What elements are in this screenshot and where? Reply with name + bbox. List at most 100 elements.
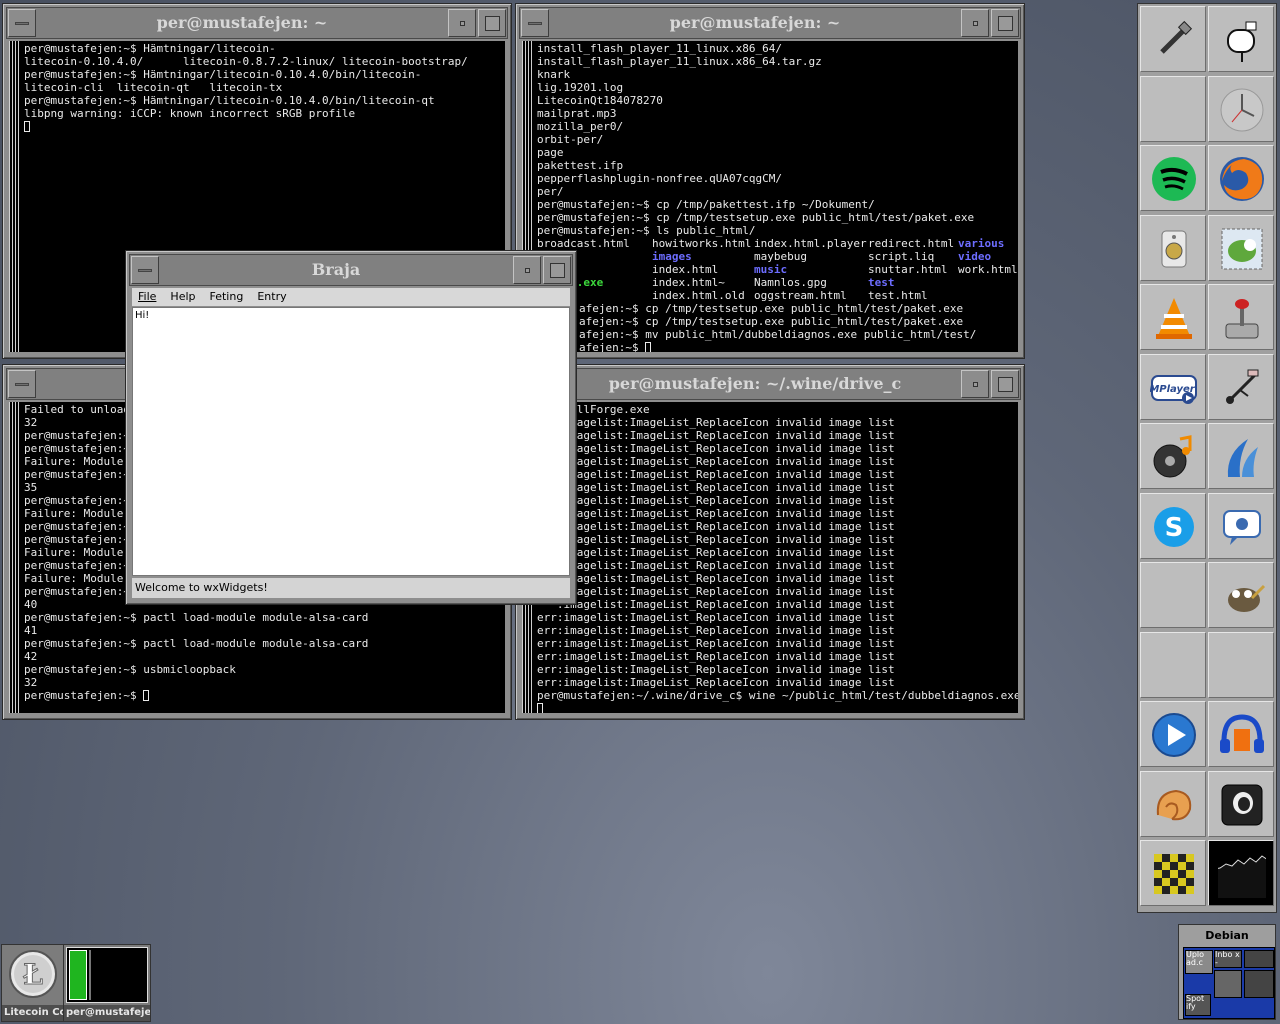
dock-tile[interactable]: MPlayer <box>1140 353 1206 420</box>
audacity-icon <box>1220 714 1264 753</box>
titlebar[interactable]: Braja <box>129 254 573 286</box>
terminal-line: :imagelist:ImageList_ReplaceIcon invalid… <box>537 507 895 520</box>
terminal-line: :imagelist:ImageList_ReplaceIcon invalid… <box>537 468 895 481</box>
terminal-line <box>537 702 1018 713</box>
dock-tile[interactable] <box>1140 701 1206 767</box>
dock-tile[interactable] <box>1208 423 1274 489</box>
terminal-line: err:imagelist:ImageList_ReplaceIcon inva… <box>537 663 895 676</box>
pager-title: Debian <box>1205 929 1249 942</box>
terminal-line: :imagelist:ImageList_ReplaceIcon invalid… <box>537 481 895 494</box>
dock-tile[interactable] <box>1208 214 1274 281</box>
dock-tile[interactable] <box>1140 6 1206 72</box>
terminal-thumbnail <box>66 947 148 1003</box>
titlebar[interactable]: per@mustafejen: ~ <box>519 7 1021 39</box>
scrollbar[interactable] <box>9 402 21 713</box>
dock-tile[interactable] <box>1140 284 1206 350</box>
pager-window[interactable] <box>1214 970 1242 998</box>
menu-entry[interactable]: Entry <box>257 288 286 306</box>
terminal-line: install_flash_player_11_linux.x86_64/ <box>537 42 783 55</box>
maximize-button[interactable] <box>543 256 571 284</box>
ls-entry: index.html.old <box>652 289 745 302</box>
dock-tile[interactable] <box>1208 75 1274 142</box>
terminal-area[interactable]: llForge.exe :imagelist:ImageList_Replace… <box>522 402 1018 713</box>
iconify-button[interactable] <box>448 9 476 37</box>
litecoin-icon: Ł <box>9 950 57 998</box>
dock-tile[interactable] <box>1208 701 1274 767</box>
dock-tile[interactable] <box>1208 562 1274 628</box>
dock-tile[interactable]: S <box>1140 492 1206 559</box>
pager-window[interactable] <box>1244 970 1274 998</box>
terminal-line: :imagelist:ImageList_ReplaceIcon invalid… <box>537 585 895 598</box>
dock-tile[interactable] <box>1140 145 1206 211</box>
chat-icon <box>1223 509 1261 545</box>
dock-tile[interactable] <box>1208 6 1274 72</box>
svg-text:S: S <box>1165 513 1184 543</box>
pager-window[interactable] <box>1244 950 1274 968</box>
menu-help[interactable]: Help <box>170 288 195 306</box>
dock-tile[interactable] <box>1140 214 1206 281</box>
titlebar[interactable]: per@mustafejen: ~ <box>6 7 508 39</box>
braja-window[interactable]: Braja File Help Feting Entry Hi! Welcome to… <box>125 250 577 605</box>
openoffice-icon <box>1227 439 1258 477</box>
clock-icon <box>1220 88 1264 131</box>
dock-tile[interactable] <box>1208 353 1274 420</box>
iconify-button[interactable] <box>513 256 541 284</box>
titlebar[interactable]: per@mustafejen: ~/.wine/drive_c <box>519 368 1021 400</box>
dock-tile[interactable] <box>1208 145 1274 211</box>
pager-window[interactable]: Uplo ad.c <box>1185 950 1213 974</box>
maximize-button[interactable] <box>991 9 1019 37</box>
ls-entry: video <box>958 250 992 263</box>
gimp-icon <box>1228 584 1266 612</box>
ls-entry: howitworks.html <box>652 237 752 250</box>
joystick-icon <box>1225 299 1259 339</box>
text-area[interactable]: Hi! <box>132 307 570 576</box>
dock-tile[interactable] <box>1140 423 1206 489</box>
ls-entry: script.liq <box>868 250 935 263</box>
window-menu-button[interactable] <box>8 370 36 398</box>
terminal-output: install_flash_player_11_linux.x86_64/ins… <box>537 42 1018 352</box>
menu-feting[interactable]: Feting <box>210 288 244 306</box>
terminal-line: mozilla_per0/ <box>537 120 624 133</box>
terminal-window-bottom-right[interactable]: per@mustafejen: ~/.wine/drive_c llForge.… <box>515 364 1025 720</box>
maximize-button[interactable] <box>991 370 1019 398</box>
maximize-button[interactable] <box>478 9 506 37</box>
dock-tile[interactable] <box>1208 284 1274 350</box>
ls-entry: test <box>868 276 895 289</box>
iconified-terminal[interactable]: per@mustafejen <box>63 944 151 1022</box>
pager[interactable]: Debian Uplo ad.c Inbo x - Spot ify <box>1178 924 1276 1020</box>
pager-window[interactable]: Spot ify <box>1185 994 1211 1016</box>
dock-tile[interactable] <box>1208 770 1274 837</box>
ls-entry: index.html~ <box>652 276 725 289</box>
scrollbar[interactable] <box>9 41 21 352</box>
terminal-line: err:imagelist:ImageList_ReplaceIcon inva… <box>537 650 895 663</box>
terminal-line: litecoin-cli litecoin-qt litecoin-tx <box>24 81 283 94</box>
terminal-line: per@mustafejen:~$ <box>24 689 505 702</box>
dock-tile[interactable] <box>1140 840 1206 906</box>
iconify-button[interactable] <box>961 370 989 398</box>
window-menu-button[interactable] <box>8 9 36 37</box>
dock-tile[interactable] <box>1140 631 1206 698</box>
dock-tile[interactable] <box>1140 75 1206 142</box>
terminal-window-top-right[interactable]: per@mustafejen: ~ install_flash_player_1… <box>515 3 1025 359</box>
dock-tile[interactable] <box>1140 770 1206 837</box>
terminal-line: libpng warning: iCCP: known incorrect sR… <box>24 107 356 120</box>
terminal-line: :imagelist:ImageList_ReplaceIcon invalid… <box>537 546 895 559</box>
window-title: Braja <box>311 260 361 279</box>
window-menu-button[interactable] <box>131 256 159 284</box>
dock-tile[interactable] <box>1140 562 1206 628</box>
pager-desk[interactable]: Uplo ad.c Inbo x - Spot ify <box>1183 947 1275 1019</box>
pager-window[interactable]: Inbo x - <box>1214 950 1242 968</box>
iconify-button[interactable] <box>961 9 989 37</box>
dock-tile[interactable] <box>1208 492 1274 559</box>
terminal-line: err:imagelist:ImageList_ReplaceIcon inva… <box>537 611 895 624</box>
dock-tile[interactable] <box>1208 840 1274 906</box>
ls-entry: various <box>958 237 1005 250</box>
vlc-icon <box>1156 298 1192 339</box>
ls-entry: snuttar.html <box>868 263 948 276</box>
terminal-line: llForge.exe <box>537 403 650 416</box>
dock-tile[interactable] <box>1208 631 1274 698</box>
window-menu-button[interactable] <box>521 9 549 37</box>
terminal-line: install_flash_player_11_linux.x86_64.tar… <box>537 55 822 68</box>
terminal-area[interactable]: install_flash_player_11_linux.x86_64/ins… <box>522 41 1018 352</box>
menu-file[interactable]: File <box>138 288 156 306</box>
